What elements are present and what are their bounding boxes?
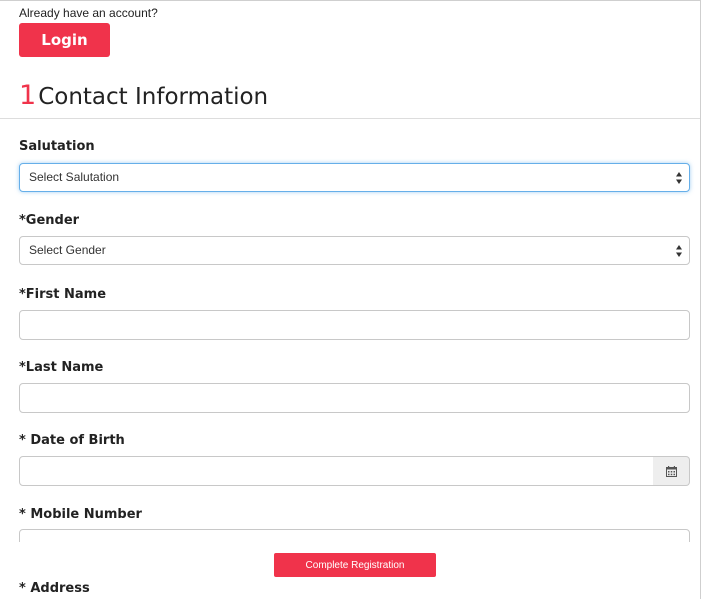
account-prompt: Already have an account? bbox=[19, 6, 158, 20]
registration-page: Already have an account? Login 1Contact … bbox=[0, 0, 701, 599]
salutation-select[interactable]: Select Salutation bbox=[19, 163, 690, 192]
gender-label: *Gender bbox=[19, 213, 80, 228]
select-arrows-icon bbox=[676, 172, 682, 184]
section-number: 1 bbox=[19, 80, 37, 111]
section-title-text: Contact Information bbox=[38, 84, 269, 110]
login-button[interactable]: Login bbox=[19, 23, 110, 57]
salutation-select-value: Select Salutation bbox=[29, 170, 120, 184]
section-title: 1Contact Information bbox=[19, 79, 268, 114]
first-name-input[interactable] bbox=[19, 310, 690, 340]
date-of-birth-label: * Date of Birth bbox=[19, 433, 125, 448]
select-arrows-icon bbox=[676, 245, 682, 257]
last-name-label: *Last Name bbox=[19, 360, 104, 375]
mobile-number-label: * Mobile Number bbox=[19, 507, 142, 522]
last-name-input[interactable] bbox=[19, 383, 690, 413]
first-name-label: *First Name bbox=[19, 287, 107, 302]
address-label: * Address bbox=[19, 581, 90, 596]
calendar-button[interactable] bbox=[653, 456, 690, 486]
salutation-label: Salutation bbox=[19, 139, 95, 154]
calendar-icon bbox=[666, 466, 677, 477]
section-divider bbox=[0, 118, 700, 119]
date-of-birth-input[interactable] bbox=[19, 456, 654, 486]
complete-registration-button[interactable]: Complete Registration bbox=[274, 553, 436, 577]
gender-select[interactable]: Select Gender bbox=[19, 236, 690, 265]
gender-select-value: Select Gender bbox=[29, 243, 106, 257]
